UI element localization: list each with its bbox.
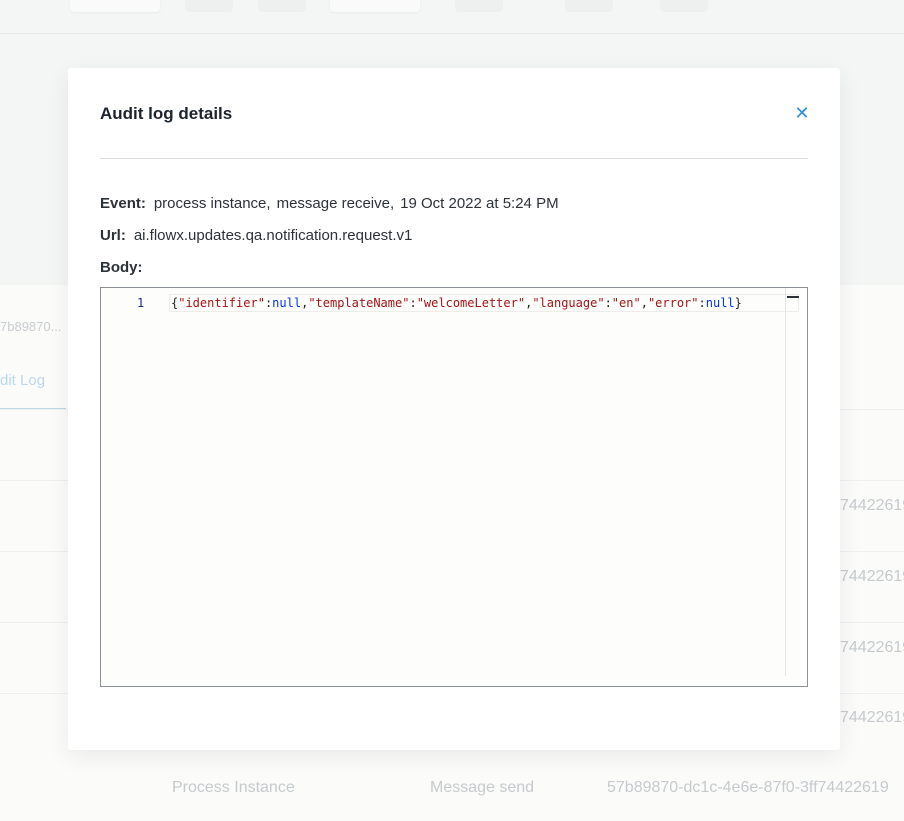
- url-value: ai.flowx.updates.qa.notification.request…: [133, 227, 413, 244]
- code-line[interactable]: {"identifier":null,"templateName":"welco…: [171, 296, 742, 310]
- event-timestamp: 19 Oct 2022 at 5:24 PM: [400, 195, 559, 212]
- close-icon[interactable]: ✕: [792, 103, 812, 123]
- body-label: Body:: [100, 259, 143, 276]
- json-token-punc: :: [698, 296, 706, 310]
- event-label: Event:: [100, 195, 146, 212]
- json-token-key: "error": [647, 296, 699, 310]
- top-toolbar: [0, 0, 904, 34]
- json-token-null: null: [705, 296, 735, 310]
- json-token-punc: :: [604, 296, 612, 310]
- table-cell: Message send: [430, 779, 535, 796]
- toolbar-button[interactable]: [185, 0, 233, 12]
- event-action: message receive,: [276, 195, 395, 212]
- toolbar-button[interactable]: [455, 0, 503, 12]
- editor-scrollbar[interactable]: [785, 288, 786, 676]
- body-row: Body:: [100, 259, 151, 276]
- instance-id: 7b89870...: [0, 319, 62, 334]
- modal-title: Audit log details: [100, 104, 233, 123]
- json-token-key: "language": [532, 296, 605, 310]
- toolbar-button[interactable]: [330, 0, 420, 12]
- json-token-str: "welcomeLetter": [416, 296, 526, 310]
- json-body-editor[interactable]: 1 {"identifier":null,"templateName":"wel…: [100, 287, 808, 687]
- json-token-punc: }: [734, 296, 742, 310]
- audit-log-details-modal: Audit log details ✕ Event: process instan…: [68, 68, 840, 750]
- event-row: Event: process instance, message receive, 1…: [100, 195, 565, 212]
- json-token-str: "en": [611, 296, 641, 310]
- tab-audit-log[interactable]: dit Log: [0, 372, 45, 389]
- table-cell: Process Instance: [172, 779, 295, 796]
- table-cell: 57b89870-dc1c-4e6e-87f0-3ff74422619: [607, 779, 889, 796]
- url-label: Url:: [100, 227, 126, 244]
- toolbar-button[interactable]: [565, 0, 613, 12]
- toolbar-button[interactable]: [70, 0, 160, 12]
- json-token-punc: :: [409, 296, 417, 310]
- json-token-null: null: [272, 296, 302, 310]
- modal-divider: [100, 158, 808, 159]
- toolbar-button[interactable]: [258, 0, 306, 12]
- url-row: Url: ai.flowx.updates.qa.notification.req…: [100, 227, 418, 244]
- toolbar-button[interactable]: [660, 0, 708, 12]
- overview-ruler-marker: [787, 296, 799, 298]
- json-token-punc: ,: [640, 296, 648, 310]
- line-number: 1: [137, 296, 145, 310]
- event-type: process instance,: [153, 195, 271, 212]
- json-token-key: "templateName": [308, 296, 410, 310]
- json-token-key: "identifier": [178, 296, 265, 310]
